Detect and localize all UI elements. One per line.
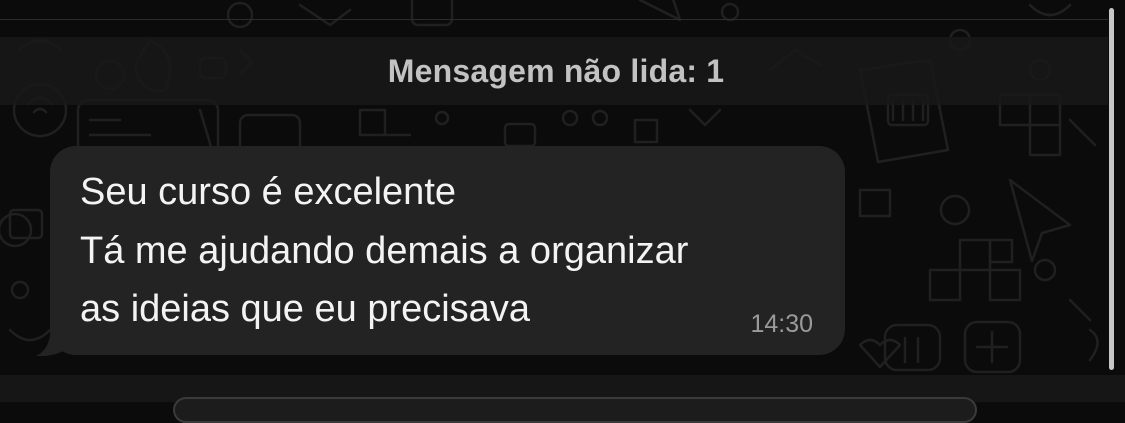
top-separator [0, 19, 1108, 20]
message-text-line: Seu curso é excelente [80, 171, 457, 213]
unread-messages-banner: Mensagem não lida: 1 [0, 37, 1108, 105]
message-text-line: as ideias que eu precisava [80, 288, 530, 330]
message-input-field[interactable] [173, 397, 977, 423]
message-timestamp: 14:30 [750, 310, 813, 338]
unread-messages-label: Mensagem não lida: 1 [387, 52, 725, 89]
scrollbar-thumb[interactable] [1109, 8, 1114, 370]
incoming-message-bubble[interactable]: Seu curso é excelente Tá me ajudando dem… [50, 146, 845, 355]
message-text-line: Tá me ajudando demais a organizar [80, 230, 689, 272]
